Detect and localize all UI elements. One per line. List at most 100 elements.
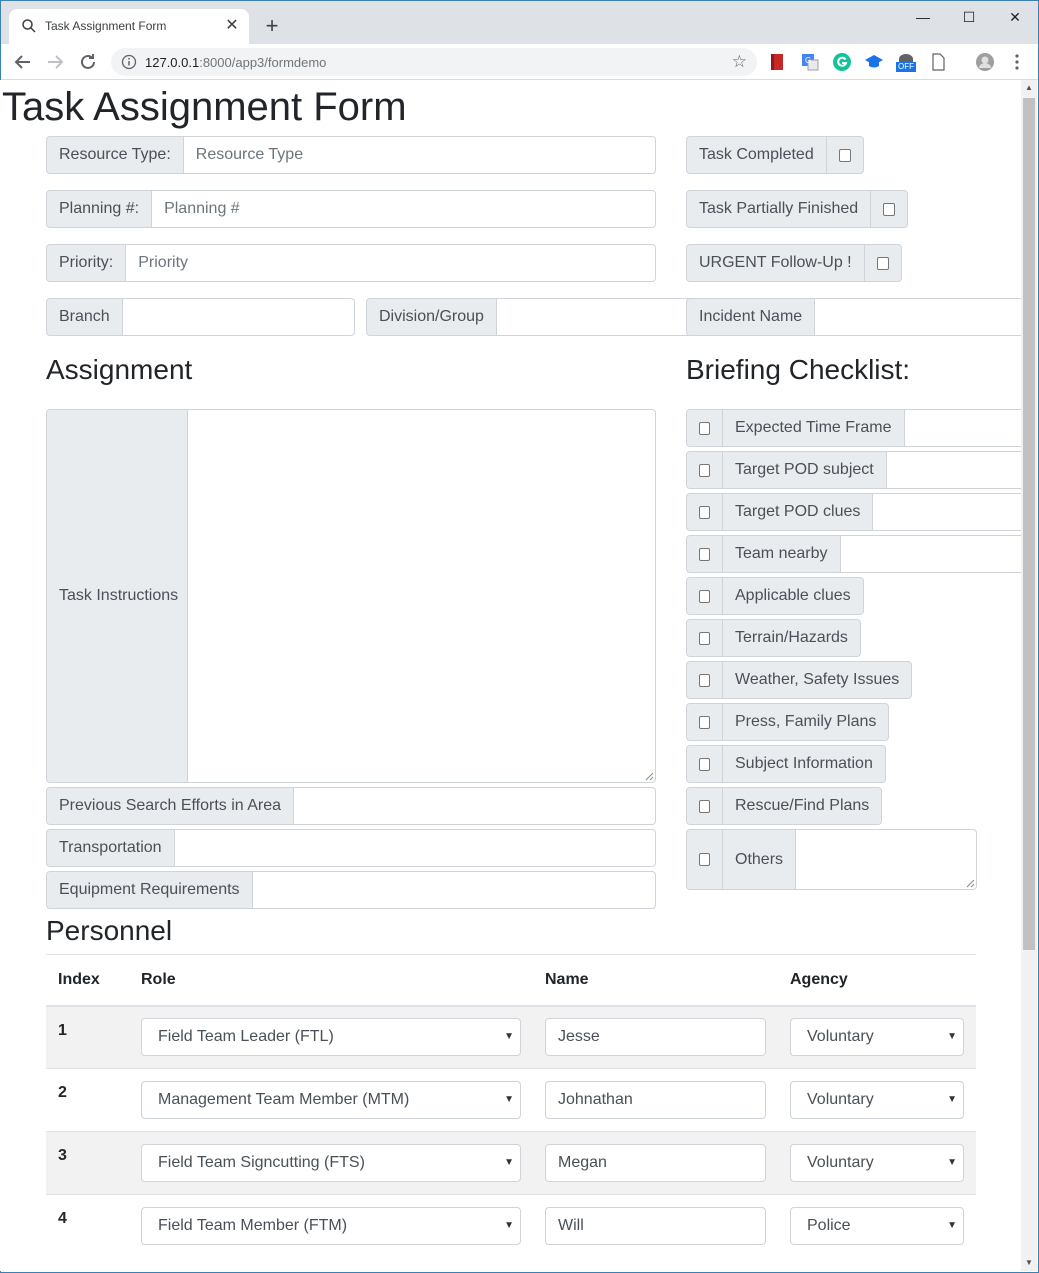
briefing-checkbox-wrap: [686, 619, 723, 657]
address-bar[interactable]: 127.0.0.1:8000/app3/formdemo ☆: [111, 48, 757, 76]
task-instructions-textarea[interactable]: [188, 409, 656, 783]
table-row: 3 Field Team Signcutting (FTS) ▼ Megan Vo…: [46, 1131, 976, 1195]
division-label: Division/Group: [366, 298, 497, 336]
task-instructions-group: Task Instructions: [46, 409, 656, 783]
tab-title: Task Assignment Form: [45, 19, 167, 33]
agency-select[interactable]: Voluntary ▼: [790, 1144, 964, 1182]
browser-tab[interactable]: Task Assignment Form ✕: [9, 9, 249, 44]
close-tab-icon[interactable]: ✕: [223, 17, 241, 35]
info-icon[interactable]: [121, 54, 137, 70]
equipment-input[interactable]: [252, 871, 656, 909]
table-row: 2 Management Team Member (MTM) ▼ Johnatha…: [46, 1068, 976, 1132]
briefing-checkbox[interactable]: [699, 589, 710, 603]
briefing-checkbox[interactable]: [699, 757, 710, 771]
resize-grip-icon[interactable]: [965, 878, 975, 888]
name-input[interactable]: Will: [545, 1207, 766, 1246]
briefing-item-label: Rescue/Find Plans: [723, 787, 883, 825]
transportation-input[interactable]: [174, 829, 656, 867]
column-header-agency: Agency: [778, 954, 976, 1007]
briefing-item-input[interactable]: [840, 535, 1021, 573]
name-input[interactable]: Jesse: [545, 1018, 766, 1057]
menu-dots-icon[interactable]: [1007, 52, 1027, 72]
briefing-checkbox[interactable]: [699, 853, 710, 866]
table-row: 1 Field Team Leader (FTL) ▼ Jesse Volunta…: [46, 1005, 976, 1069]
url-text: 127.0.0.1:8000/app3/formdemo: [145, 55, 327, 70]
name-input[interactable]: Megan: [545, 1144, 766, 1182]
scrollbar-thumb[interactable]: [1023, 98, 1035, 950]
role-select[interactable]: Field Team Leader (FTL) ▼: [141, 1018, 521, 1057]
dropdown-arrow-icon: ▼: [504, 1031, 514, 1043]
star-icon[interactable]: ☆: [732, 52, 747, 72]
briefing-checkbox-wrap: [686, 577, 723, 615]
briefing-checkbox[interactable]: [699, 463, 710, 477]
translate-extension-icon[interactable]: G: [800, 52, 820, 72]
page-scrollbar[interactable]: ▲ ▼: [1021, 80, 1037, 1271]
column-header-index: Index: [46, 954, 129, 1007]
scroll-up-arrow-icon[interactable]: ▲: [1021, 80, 1037, 96]
briefing-checkbox[interactable]: [699, 421, 710, 435]
briefing-item-input[interactable]: [873, 493, 1021, 531]
briefing-checkbox[interactable]: [699, 505, 710, 519]
resource-type-input[interactable]: [183, 136, 656, 174]
task-completed-checkbox[interactable]: [838, 148, 851, 162]
branch-label: Branch: [46, 298, 123, 336]
briefing-item-label: Others: [723, 829, 797, 890]
briefing-item-input[interactable]: [904, 409, 1021, 447]
close-window-button[interactable]: ✕: [992, 5, 1038, 29]
name-input[interactable]: Johnathan: [545, 1081, 766, 1119]
briefing-item-rescue: Rescue/Find Plans: [686, 787, 883, 825]
dropdown-arrow-icon: ▼: [504, 1094, 514, 1105]
briefing-checkbox[interactable]: [699, 715, 710, 729]
previous-search-input[interactable]: [294, 787, 656, 825]
scroll-down-arrow-icon[interactable]: ▼: [1021, 1255, 1037, 1271]
role-select[interactable]: Management Team Member (MTM) ▼: [141, 1081, 521, 1119]
minimize-button[interactable]: —: [900, 5, 946, 29]
briefing-checkbox-wrap: [686, 535, 723, 573]
briefing-checkbox-wrap: [686, 493, 723, 531]
role-select[interactable]: Field Team Signcutting (FTS) ▼: [141, 1144, 521, 1182]
urgent-followup-label: URGENT Follow-Up !: [686, 244, 865, 282]
document-extension-icon[interactable]: [928, 52, 948, 72]
profile-avatar-icon[interactable]: [975, 52, 995, 72]
incident-name-label: Incident Name: [686, 298, 816, 336]
back-icon[interactable]: [11, 50, 35, 74]
agency-select[interactable]: Police ▼: [790, 1207, 964, 1246]
bookmark-extension-icon[interactable]: [767, 52, 787, 72]
new-tab-button[interactable]: +: [261, 15, 283, 37]
briefing-checkbox[interactable]: [699, 547, 710, 561]
reload-icon[interactable]: [76, 50, 100, 74]
briefing-checkbox[interactable]: [699, 673, 710, 687]
role-select[interactable]: Field Team Member (FTM) ▼: [141, 1207, 521, 1246]
priority-input[interactable]: [126, 244, 656, 282]
grammarly-extension-icon[interactable]: [832, 52, 852, 72]
off-extension-icon[interactable]: OFF: [896, 52, 916, 72]
graduation-extension-icon[interactable]: [864, 52, 884, 72]
table-row: 4 Field Team Member (FTM) ▼ Will Police ▼: [46, 1194, 976, 1258]
maximize-button[interactable]: ☐: [946, 5, 992, 29]
briefing-checkbox-wrap: [686, 745, 723, 783]
agency-select[interactable]: Voluntary ▼: [790, 1081, 964, 1119]
others-textarea[interactable]: [796, 829, 977, 890]
incident-name-group: Incident Name: [686, 298, 1021, 336]
briefing-item-input[interactable]: [886, 451, 1021, 489]
briefing-item-pod-clues: Target POD clues: [686, 493, 1021, 531]
forward-icon[interactable]: [43, 50, 67, 74]
briefing-checkbox[interactable]: [699, 799, 710, 813]
task-completed-group: Task Completed: [686, 136, 864, 174]
branch-input[interactable]: [122, 298, 355, 336]
role-value: Field Team Signcutting (FTS): [158, 1154, 365, 1171]
agency-select[interactable]: Voluntary ▼: [790, 1018, 964, 1057]
urgent-followup-checkbox[interactable]: [876, 256, 889, 270]
incident-name-input[interactable]: [815, 298, 1021, 336]
off-badge: OFF: [896, 62, 916, 72]
briefing-item-expected-time: Expected Time Frame: [686, 409, 1021, 447]
resize-grip-icon[interactable]: [644, 771, 654, 781]
briefing-item-label: Expected Time Frame: [723, 409, 905, 447]
division-group: Division/Group: [366, 298, 729, 336]
planning-input[interactable]: [152, 190, 656, 228]
briefing-checkbox[interactable]: [699, 631, 710, 645]
role-value: Field Team Leader (FTL): [158, 1028, 334, 1046]
task-partial-checkbox[interactable]: [883, 202, 896, 216]
briefing-checkbox-wrap: [686, 787, 723, 825]
briefing-checkbox-wrap: [686, 451, 723, 489]
